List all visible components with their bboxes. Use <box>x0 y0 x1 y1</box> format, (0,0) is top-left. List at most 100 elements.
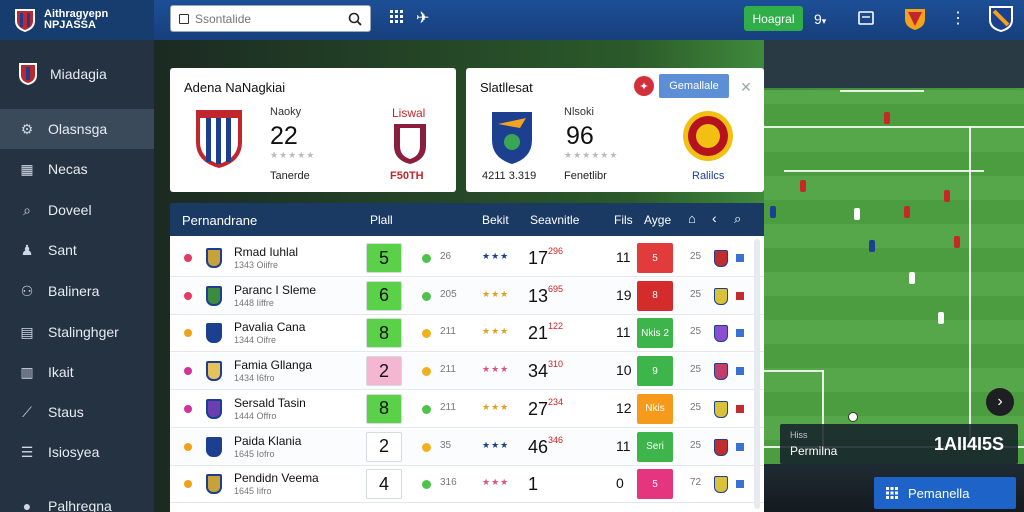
number-value: 25 <box>690 364 702 376</box>
sidebar-item-label: Stalinghger <box>48 324 119 340</box>
sidebar-item-status[interactable]: ⟋ Staus <box>0 392 154 432</box>
rating-stars: ★★★ <box>482 288 510 299</box>
table-row[interactable]: Paranc I Sleme 1448 Iiffre 6 205 ★★★ 13 695 19 8… <box>170 277 764 315</box>
generate-button[interactable]: Gemallale <box>659 74 729 98</box>
player-name[interactable]: Pendidn Veema <box>234 471 319 485</box>
position-badge: 8 <box>366 393 402 424</box>
age-badge: Nkis <box>637 393 673 424</box>
player-name[interactable]: Sersald Tasin <box>234 396 306 410</box>
sidebar-title: Miadagia <box>50 66 107 82</box>
match-card-left[interactable]: Adena NaNagkiai Naoky 22 ★★★★★ Tanerde L… <box>170 68 456 192</box>
user-icon: ● <box>22 498 32 512</box>
card-footer-left: 4211 3.319 <box>482 170 537 182</box>
season-sub-value: 310 <box>548 359 564 370</box>
table-row[interactable]: Sersald Tasin 1444 Offro 8 211 ★★★ 27 234 12 Nki… <box>170 390 764 428</box>
sidebar-item-stats[interactable]: ▥ Ikait <box>0 352 154 392</box>
search-input[interactable] <box>195 11 355 26</box>
sidebar-item-team[interactable]: ⚇ Balinera <box>0 271 154 311</box>
sidebar-item-standings[interactable]: ▤ Stalinghger <box>0 312 154 352</box>
lock-icon[interactable]: ⌂ <box>688 211 696 226</box>
tag-icon: ⟋ <box>22 403 32 420</box>
search-box-icon <box>179 13 189 24</box>
season-sub-value: 346 <box>548 434 564 445</box>
col-header-bekt[interactable]: Bekit <box>482 213 509 227</box>
promo-kicker: Hiss <box>790 430 808 440</box>
calendar-icon[interactable] <box>858 10 874 31</box>
bottom-action-button[interactable]: Pemanella <box>874 477 1016 509</box>
season-sub-value: 695 <box>548 283 564 294</box>
player-name[interactable]: Paranc I Sleme <box>234 283 316 297</box>
table-scrollbar[interactable] <box>754 239 760 509</box>
carousel-next-button[interactable]: › <box>986 388 1014 416</box>
club-badge-icon[interactable] <box>904 7 926 36</box>
number-value: 25 <box>690 439 702 451</box>
close-icon[interactable]: ✕ <box>734 76 758 98</box>
player-figure <box>800 180 806 192</box>
player-team-crest-icon <box>206 248 222 268</box>
sidebar-item-label: Olasnsga <box>48 121 108 137</box>
sidebar-item-overview[interactable]: ⚙ Olasnsga <box>0 109 154 149</box>
season-value: 13 <box>528 285 549 306</box>
player-team-crest-icon <box>206 323 222 344</box>
age-badge: 5 <box>637 243 673 273</box>
player-name[interactable]: Paida Klania <box>234 434 301 448</box>
sidebar-item-search[interactable]: ⌕ Doveel <box>0 190 154 230</box>
col-header-season[interactable]: Seavnitle <box>530 213 579 227</box>
table-row[interactable]: Pendidn Veema 1645 Iifro 4 316 ★★★ 1 0 5 72 <box>170 466 764 504</box>
col-header-p[interactable]: Plall <box>370 213 393 227</box>
number-value: 25 <box>690 401 702 413</box>
player-subtitle: 1344 Oifre <box>234 335 277 346</box>
brand-block[interactable]: Aithragyepn NPJASSA <box>0 0 154 40</box>
search-box[interactable] <box>170 5 371 32</box>
player-team-crest-icon <box>206 285 222 306</box>
col-header-name[interactable]: Pernandrane <box>182 213 257 228</box>
brand-subtitle: NPJASSA <box>44 19 96 31</box>
status-dot <box>184 254 192 262</box>
fixtures-value: 11 <box>616 324 631 341</box>
form-dot <box>422 480 431 490</box>
player-name[interactable]: Famia Gllanga <box>234 358 312 372</box>
col-header-fis[interactable]: Fils <box>614 213 633 227</box>
player-figure <box>904 206 910 218</box>
age-badge: 5 <box>637 469 673 500</box>
col-header-age[interactable]: Ayge <box>644 213 671 227</box>
flag-square-icon <box>736 291 744 300</box>
sidebar-item-news[interactable]: ▦ Necas <box>0 149 154 189</box>
grid-icon: ▤ <box>20 323 34 340</box>
flag-square-icon <box>736 404 744 413</box>
player-name[interactable]: Rmad Iuhlal <box>234 245 298 259</box>
sidebar-item-history[interactable]: ☰ Isiosyea <box>0 432 154 472</box>
card-footer-right: Ralilcs <box>692 170 725 182</box>
search-icon[interactable]: ⌕ <box>734 211 741 227</box>
table-row[interactable]: Famia Gllanga 1434 I6fro 2 211 ★★★ 34 310 10 9 25 <box>170 353 764 391</box>
more-vertical-icon[interactable]: ⋮ <box>950 10 966 28</box>
pin-marker-icon[interactable]: ✦ <box>634 76 654 96</box>
player-name[interactable]: Pavalia Cana <box>234 320 305 334</box>
sidebar-item-squad[interactable]: ♟ Sant <box>0 230 154 270</box>
table-row[interactable]: Rmad Iuhlal 1343 Oiifre 5 26 ★★★ 17 296 11 5 25 <box>170 240 764 277</box>
fixtures-value: 10 <box>616 362 632 379</box>
season-sub-value: 296 <box>548 246 564 256</box>
sidebar-header[interactable]: Miadagia <box>0 54 154 94</box>
search-icon[interactable] <box>348 12 362 26</box>
season-value: 17 <box>528 248 549 268</box>
language-selector[interactable]: 9▾ <box>814 10 826 30</box>
position-badge: 8 <box>366 318 402 349</box>
grid-menu-icon[interactable] <box>390 10 404 29</box>
profile-crest-icon[interactable] <box>988 5 1014 38</box>
stadium-stands <box>764 40 1024 88</box>
stat-label: Nlsoki <box>564 106 594 118</box>
number-value: 72 <box>690 477 702 489</box>
table-row[interactable]: Paida Klania 1645 Iofro 2 35 ★★★ 46 346 11 Seri 2… <box>170 428 764 466</box>
pin-icon[interactable]: ✈ <box>416 10 429 28</box>
form-dot <box>422 442 431 452</box>
sidebar-item-profile[interactable]: ● Palhregna <box>0 486 154 512</box>
table-row[interactable]: Pavalia Cana 1344 Oifre 8 211 ★★★ 21 122 11 Nkis… <box>170 315 764 353</box>
register-button[interactable]: Hoagral <box>744 6 803 31</box>
player-figure <box>854 208 860 220</box>
player-subtitle: 1343 Oiifre <box>234 260 279 270</box>
promo-banner[interactable]: Hiss Permilna 1AII4I5S <box>780 424 1018 464</box>
chevron-left-icon[interactable]: ‹ <box>712 210 717 226</box>
stats-card-right[interactable]: Slatllesat ✦ Gemallale ✕ Nlsoki 96 ★★★★★… <box>466 68 764 192</box>
player-subtitle: 1645 Iofro <box>234 448 275 459</box>
